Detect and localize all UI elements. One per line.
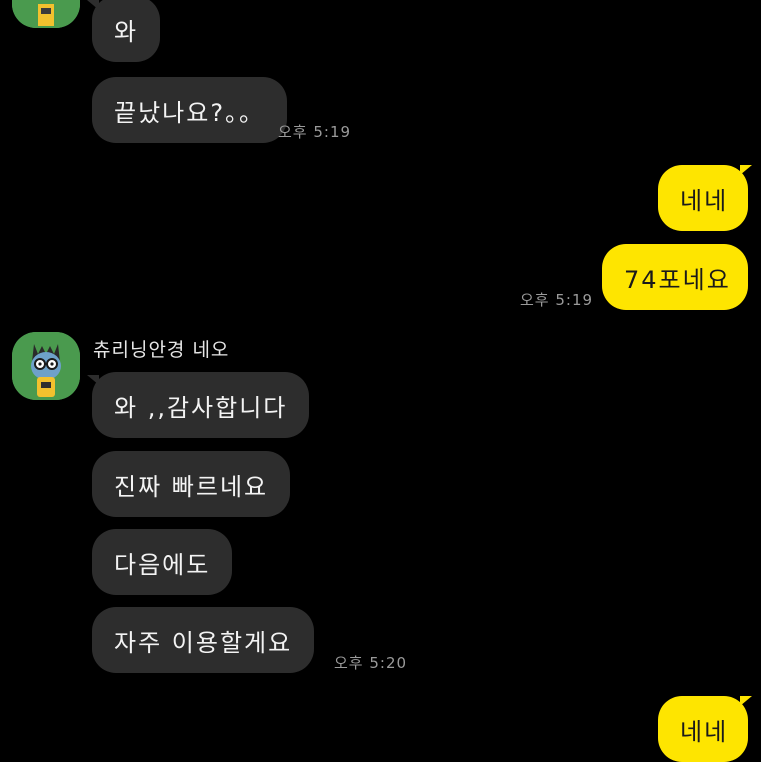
message-text: 다음에도 [114, 550, 211, 579]
neo-character-avatar-icon [12, 332, 80, 400]
message-text: 와 [114, 17, 139, 46]
incoming-message[interactable]: 자주 이용할게요 [92, 607, 315, 673]
sender-avatar[interactable] [12, 332, 80, 400]
message-text: 진짜 빠르네요 [114, 472, 269, 501]
bubble-tail [740, 165, 752, 175]
message-timestamp: 오후 5:19 [278, 123, 352, 141]
incoming-message[interactable]: 진짜 빠르네요 [92, 451, 291, 517]
incoming-message[interactable]: 다음에도 [92, 529, 233, 595]
outgoing-message[interactable]: 74포네요 [602, 244, 748, 310]
message-timestamp: 오후 5:20 [334, 654, 408, 672]
message-text: 끝났나요?。。 [114, 98, 266, 127]
outgoing-message[interactable]: 네네 [658, 696, 748, 762]
message-text: 와 ,,감사합니다 [114, 393, 288, 422]
incoming-message[interactable]: 와 [92, 0, 161, 62]
incoming-message[interactable]: 와 ,,감사합니다 [92, 372, 310, 438]
message-text: 74포네요 [624, 265, 731, 294]
incoming-message[interactable]: 끝났나요?。。 [92, 77, 288, 143]
neo-character-avatar-icon [12, 0, 80, 28]
bubble-tail [740, 696, 752, 706]
message-text: 네네 [680, 186, 729, 215]
chat-message-list[interactable]: 와 끝났나요?。。 오후 5:19 네네 74포네요 오후 5:19 츄리닝안경… [0, 0, 761, 762]
message-text: 자주 이용할게요 [114, 628, 293, 657]
outgoing-message[interactable]: 네네 [658, 165, 748, 231]
message-timestamp: 오후 5:19 [520, 291, 594, 309]
avatar[interactable] [12, 0, 80, 28]
message-text: 네네 [680, 717, 729, 746]
sender-name: 츄리닝안경 네오 [93, 339, 230, 361]
